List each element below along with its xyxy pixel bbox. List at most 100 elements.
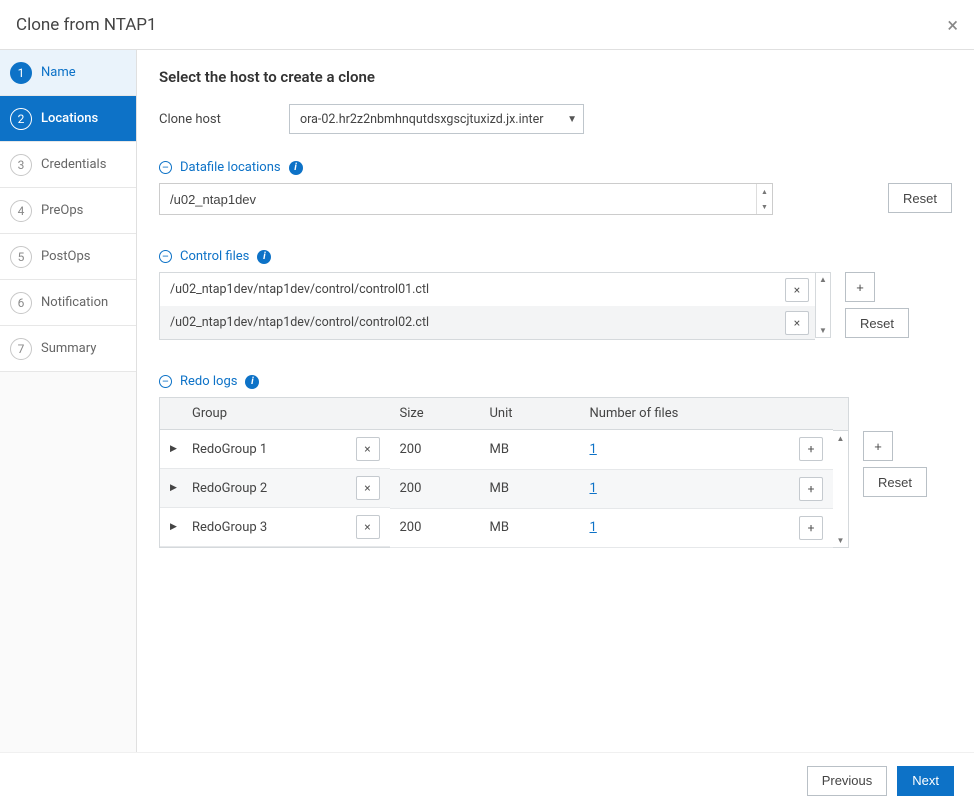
- step-number: 2: [10, 108, 32, 130]
- redolog-row: ▶ RedoGroup 2 × 200 MB 1 +: [160, 469, 834, 508]
- add-redofile-button[interactable]: +: [799, 437, 823, 461]
- close-icon[interactable]: ×: [947, 15, 958, 35]
- expand-icon[interactable]: ▶: [170, 444, 182, 454]
- redolog-size: 200: [390, 469, 480, 508]
- col-group: Group: [160, 398, 390, 430]
- step-name[interactable]: 1 Name: [0, 50, 136, 96]
- caret-down-icon: ▼: [567, 114, 577, 125]
- redolog-group: RedoGroup 2: [192, 481, 346, 496]
- spinner-down-icon[interactable]: ▼: [757, 199, 772, 214]
- expand-icon[interactable]: ▶: [170, 522, 182, 532]
- main-panel: Select the host to create a clone Clone …: [137, 50, 974, 752]
- clone-host-row: Clone host ora-02.hr2z2nbmhnqutdsxgscjtu…: [159, 104, 952, 134]
- redologs-title: Redo logs: [180, 374, 237, 389]
- redologs-table: Group Size Unit Number of files ▶ RedoGr…: [159, 397, 833, 548]
- step-summary[interactable]: 7 Summary: [0, 326, 136, 372]
- add-redogroup-button[interactable]: +: [863, 431, 893, 461]
- collapse-icon[interactable]: –: [159, 161, 172, 174]
- step-label: PostOps: [41, 249, 90, 264]
- clone-host-label: Clone host: [159, 112, 289, 127]
- clone-host-value: ora-02.hr2z2nbmhnqutdsxgscjtuxizd.jx.int…: [300, 112, 544, 127]
- redolog-numfiles-link[interactable]: 1: [590, 481, 597, 496]
- controlfiles-list: /u02_ntap1dev/ntap1dev/control/control01…: [159, 272, 815, 340]
- controlfiles-reset-button[interactable]: Reset: [845, 308, 909, 338]
- step-postops[interactable]: 5 PostOps: [0, 234, 136, 280]
- remove-controlfile-button[interactable]: ×: [785, 311, 809, 335]
- previous-button[interactable]: Previous: [807, 766, 888, 796]
- dialog-header: Clone from NTAP1 ×: [0, 0, 974, 50]
- controlfiles-section-header: – Control files i: [159, 249, 952, 264]
- controlfiles-row: /u02_ntap1dev/ntap1dev/control/control01…: [159, 272, 952, 340]
- dialog-title: Clone from NTAP1: [16, 15, 157, 35]
- step-number: 5: [10, 246, 32, 268]
- spinner-up-icon[interactable]: ▲: [757, 184, 772, 199]
- redolog-size: 200: [390, 430, 480, 470]
- add-redofile-button[interactable]: +: [799, 516, 823, 540]
- collapse-icon[interactable]: –: [159, 250, 172, 263]
- datafile-title: Datafile locations: [180, 160, 281, 175]
- step-preops[interactable]: 4 PreOps: [0, 188, 136, 234]
- step-label: Credentials: [41, 157, 106, 172]
- scroll-up-icon[interactable]: ▲: [833, 431, 848, 445]
- info-icon[interactable]: i: [245, 375, 259, 389]
- remove-redolog-button[interactable]: ×: [356, 515, 380, 539]
- step-number: 6: [10, 292, 32, 314]
- redolog-group: RedoGroup 1: [192, 442, 346, 457]
- wizard-sidebar: 1 Name 2 Locations 3 Credentials 4 PreOp…: [0, 50, 137, 752]
- redolog-unit: MB: [480, 469, 580, 508]
- controlfile-item: /u02_ntap1dev/ntap1dev/control/control02…: [160, 306, 815, 339]
- scroll-down-icon[interactable]: ▼: [816, 324, 830, 337]
- add-redofile-button[interactable]: +: [799, 477, 823, 501]
- datafile-section-header: – Datafile locations i: [159, 160, 952, 175]
- controlfile-path: /u02_ntap1dev/ntap1dev/control/control01…: [170, 282, 785, 297]
- datafile-reset-button[interactable]: Reset: [888, 183, 952, 213]
- clone-host-dropdown[interactable]: ora-02.hr2z2nbmhnqutdsxgscjtuxizd.jx.int…: [289, 104, 584, 134]
- col-size: Size: [390, 398, 480, 430]
- step-locations[interactable]: 2 Locations: [0, 96, 136, 142]
- collapse-icon[interactable]: –: [159, 375, 172, 388]
- redolog-row: ▶ RedoGroup 3 × 200 MB 1 +: [160, 508, 834, 548]
- controlfile-path: /u02_ntap1dev/ntap1dev/control/control02…: [170, 315, 785, 330]
- datafile-row: ▲ ▼ Reset: [159, 183, 952, 215]
- step-number: 3: [10, 154, 32, 176]
- step-label: PreOps: [41, 203, 83, 218]
- datafile-input[interactable]: [160, 184, 756, 214]
- col-unit: Unit: [480, 398, 580, 430]
- page-title: Select the host to create a clone: [159, 68, 952, 86]
- redolog-numfiles-link[interactable]: 1: [590, 520, 597, 535]
- expand-icon[interactable]: ▶: [170, 483, 182, 493]
- step-number: 7: [10, 338, 32, 360]
- step-notification[interactable]: 6 Notification: [0, 280, 136, 326]
- datafile-input-wrapper: ▲ ▼: [159, 183, 773, 215]
- step-label: Notification: [41, 295, 108, 310]
- scroll-track[interactable]: [816, 286, 830, 324]
- redolog-group: RedoGroup 3: [192, 520, 346, 535]
- add-controlfile-button[interactable]: +: [845, 272, 875, 302]
- redolog-numfiles-link[interactable]: 1: [590, 442, 597, 457]
- redologs-scroll: ▲ ▼: [833, 397, 849, 548]
- redologs-row: Group Size Unit Number of files ▶ RedoGr…: [159, 397, 952, 548]
- scroll-down-icon[interactable]: ▼: [833, 533, 848, 547]
- remove-controlfile-button[interactable]: ×: [785, 278, 809, 302]
- redolog-unit: MB: [480, 508, 580, 548]
- controlfiles-scroll: ▲ ▼: [815, 272, 831, 338]
- redologs-reset-button[interactable]: Reset: [863, 467, 927, 497]
- scroll-track[interactable]: [833, 445, 848, 533]
- scroll-up-icon[interactable]: ▲: [816, 273, 830, 286]
- redolog-unit: MB: [480, 430, 580, 470]
- info-icon[interactable]: i: [257, 250, 271, 264]
- step-label: Summary: [41, 341, 96, 356]
- info-icon[interactable]: i: [289, 161, 303, 175]
- remove-redolog-button[interactable]: ×: [356, 437, 380, 461]
- step-credentials[interactable]: 3 Credentials: [0, 142, 136, 188]
- controlfiles-title: Control files: [180, 249, 249, 264]
- next-button[interactable]: Next: [897, 766, 954, 796]
- remove-redolog-button[interactable]: ×: [356, 476, 380, 500]
- dialog-body: 1 Name 2 Locations 3 Credentials 4 PreOp…: [0, 50, 974, 752]
- dialog-footer: Previous Next: [0, 752, 974, 808]
- step-label: Name: [41, 65, 76, 80]
- col-numfiles: Number of files: [580, 398, 790, 430]
- step-number: 1: [10, 62, 32, 84]
- redolog-size: 200: [390, 508, 480, 548]
- spinner-arrows: ▲ ▼: [756, 184, 772, 214]
